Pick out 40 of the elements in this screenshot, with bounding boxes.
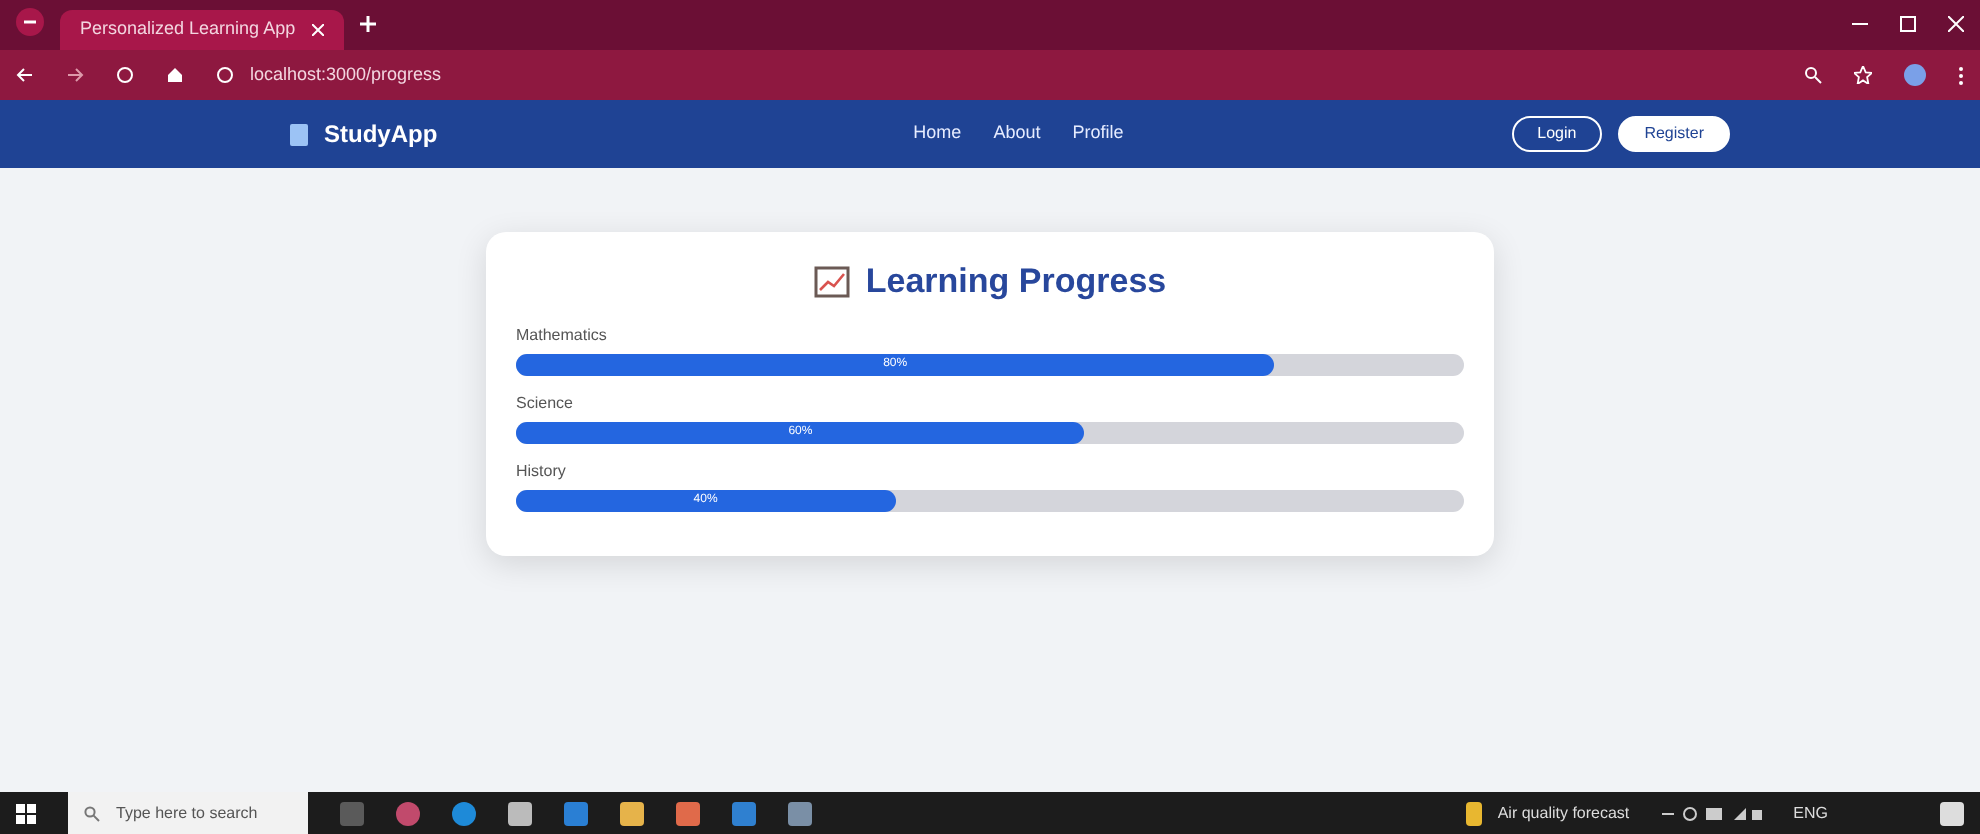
card-title: Learning Progress bbox=[865, 260, 1167, 304]
nav-link[interactable]: Profile bbox=[1072, 120, 1124, 148]
tab-title: Personalized Learning App bbox=[80, 16, 296, 43]
search-icon bbox=[84, 805, 100, 821]
back-icon[interactable] bbox=[16, 66, 34, 84]
chart-icon bbox=[813, 265, 850, 298]
subject-label: History bbox=[516, 459, 568, 483]
new-tab-icon[interactable] bbox=[359, 16, 376, 32]
register-button[interactable]: Register bbox=[1618, 116, 1730, 152]
browser-icon[interactable] bbox=[452, 801, 476, 825]
close-icon[interactable] bbox=[1948, 16, 1964, 32]
browser-menu-icon[interactable] bbox=[16, 8, 44, 36]
notification-icon[interactable] bbox=[1940, 801, 1964, 825]
nav-link[interactable]: Home bbox=[913, 120, 962, 148]
weather-text[interactable]: Air quality forecast bbox=[1497, 801, 1630, 825]
language-indicator[interactable]: ENG bbox=[1793, 801, 1828, 825]
home-icon[interactable] bbox=[166, 66, 184, 84]
forward-icon[interactable] bbox=[66, 66, 84, 84]
zoom-icon[interactable] bbox=[1804, 66, 1822, 84]
browser-tab[interactable]: Personalized Learning App bbox=[60, 10, 344, 50]
book-icon bbox=[290, 123, 308, 145]
reload-icon[interactable] bbox=[116, 66, 134, 84]
subject-label: Science bbox=[516, 391, 575, 415]
tray-icons-drawing[interactable] bbox=[1661, 805, 1762, 821]
taskbar-search-field[interactable]: Type here to search bbox=[68, 792, 308, 834]
weather-icon bbox=[1465, 801, 1482, 825]
folder-icon[interactable] bbox=[620, 801, 644, 825]
windows-icon[interactable] bbox=[16, 803, 36, 823]
url-field[interactable]: localhost:3000/progress bbox=[250, 61, 442, 89]
more-icon[interactable] bbox=[1958, 65, 1964, 85]
maximize-icon[interactable] bbox=[1900, 16, 1916, 32]
close-icon[interactable] bbox=[311, 24, 324, 36]
nav-link[interactable]: About bbox=[993, 120, 1041, 148]
star-icon[interactable] bbox=[1854, 66, 1872, 84]
subject-label: Mathematics bbox=[516, 323, 609, 347]
brand-name[interactable]: StudyApp bbox=[324, 116, 438, 152]
code-editor-icon[interactable] bbox=[732, 801, 756, 825]
task-view-icon[interactable] bbox=[340, 801, 364, 825]
login-button[interactable]: Login bbox=[1511, 116, 1603, 152]
profile-icon[interactable] bbox=[1904, 64, 1926, 86]
